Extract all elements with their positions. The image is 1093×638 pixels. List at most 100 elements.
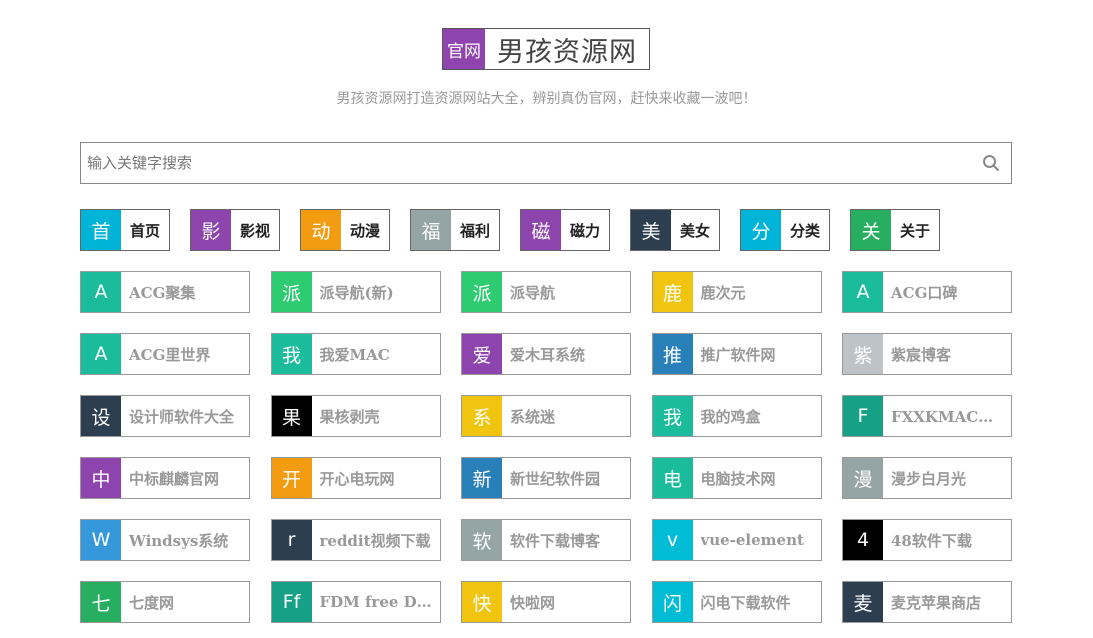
category-5[interactable]: 美美女 xyxy=(630,209,720,251)
site-link[interactable]: A ACG口碑 xyxy=(842,271,1012,313)
category-3[interactable]: 福福利 xyxy=(410,209,500,251)
site-label-text: 紫宸博客 xyxy=(891,345,952,364)
site-link[interactable]: 推推广软件网 xyxy=(651,333,822,375)
category-label: 影视 xyxy=(239,221,270,240)
site-link[interactable]: Ff FDM free Download xyxy=(270,581,441,623)
site-icon: v xyxy=(652,520,693,560)
site-link[interactable]: 新新世纪软件园 xyxy=(461,457,631,499)
category-icon: 美 xyxy=(631,210,671,250)
site-icon: 4 xyxy=(843,520,883,560)
site-label: 新世纪软件园 xyxy=(502,458,630,498)
site-label: 派导航 xyxy=(502,272,630,312)
search-icon[interactable] xyxy=(971,143,1011,183)
category-icon: 关 xyxy=(851,210,891,250)
site-link[interactable]: 七七度网 xyxy=(80,581,250,623)
category-nav: 首首页影影视动动漫福福利磁磁力美美女分分类关关于 xyxy=(80,209,960,251)
site-link[interactable]: 设设计师软件大全 xyxy=(80,395,250,437)
category-label: 动漫 xyxy=(349,221,380,240)
site-label: 漫步白月光 xyxy=(883,458,1011,498)
site-label: FDM free Download xyxy=(312,582,440,622)
site-label-text: 快啦网 xyxy=(510,593,556,612)
site-link[interactable]: 鹿鹿次元 xyxy=(651,271,822,313)
site-link[interactable]: 果果核剥壳 xyxy=(270,395,441,437)
site-grid: A ACG聚集派派导航(新) 派派导航鹿鹿次元 A ACG口碑 A ACG里世界我我爱MAC… xyxy=(80,271,1012,623)
site-label-text: 果核剥壳 xyxy=(319,407,380,426)
category-7[interactable]: 关关于 xyxy=(850,209,940,251)
site-icon: 电 xyxy=(652,458,693,498)
site-label: 推广软件网 xyxy=(693,334,821,374)
site-label: ACG口碑 xyxy=(883,272,1011,312)
site-icon: 派 xyxy=(462,272,502,312)
site-label: FXXKMAC软件 xyxy=(883,396,1011,436)
site-label: 我爱MAC xyxy=(312,334,440,374)
site-label-text: Windsys系统 xyxy=(129,531,229,550)
category-icon: 福 xyxy=(411,210,451,250)
site-link[interactable]: r reddit视频下载 xyxy=(270,519,441,561)
site-label-text: 推广软件网 xyxy=(700,345,776,364)
site-link[interactable]: 开开心电玩网 xyxy=(270,457,441,499)
site-label: 中标麒麟官网 xyxy=(121,458,249,498)
site-label: ACG里世界 xyxy=(121,334,249,374)
site-link[interactable]: 紫紫宸博客 xyxy=(842,333,1012,375)
site-link[interactable]: 系系统迷 xyxy=(461,395,631,437)
site-logo[interactable]: 官网 男孩资源网 xyxy=(442,28,650,70)
category-2[interactable]: 动动漫 xyxy=(300,209,390,251)
site-label: 快啦网 xyxy=(502,582,630,622)
site-link[interactable]: A ACG聚集 xyxy=(80,271,250,313)
site-link[interactable]: 软软件下载博客 xyxy=(461,519,631,561)
site-label: 果核剥壳 xyxy=(312,396,440,436)
site-link[interactable]: 漫漫步白月光 xyxy=(842,457,1012,499)
site-label: 爱木耳系统 xyxy=(502,334,630,374)
site-icon: 七 xyxy=(81,582,121,622)
site-link[interactable]: 爱爱木耳系统 xyxy=(461,333,631,375)
site-link[interactable]: F FXXKMAC软件 xyxy=(842,395,1012,437)
site-link[interactable]: 麦麦克苹果商店 xyxy=(842,581,1012,623)
site-icon: 爱 xyxy=(462,334,502,374)
site-label-text: 开心电玩网 xyxy=(319,469,395,488)
site-icon: Ff xyxy=(271,582,312,622)
site-icon: 我 xyxy=(652,396,693,436)
category-icon: 动 xyxy=(301,210,341,250)
site-label-text: 设计师软件大全 xyxy=(129,407,235,426)
site-link[interactable]: 4 48软件下载 xyxy=(842,519,1012,561)
site-link[interactable]: v vue-element xyxy=(651,519,822,561)
category-0[interactable]: 首首页 xyxy=(80,209,170,251)
site-label-text: 中标麒麟官网 xyxy=(129,469,220,488)
search-input[interactable] xyxy=(81,143,971,183)
site-label: 七度网 xyxy=(121,582,249,622)
category-label: 磁力 xyxy=(569,221,600,240)
site-label-text: 系统迷 xyxy=(510,407,556,426)
site-label: ACG聚集 xyxy=(121,272,249,312)
site-icon: 推 xyxy=(652,334,693,374)
category-icon: 首 xyxy=(81,210,121,250)
site-link[interactable]: 派派导航(新) xyxy=(270,271,441,313)
category-4[interactable]: 磁磁力 xyxy=(520,209,610,251)
site-label-text: 48软件下载 xyxy=(891,531,972,550)
site-icon: 我 xyxy=(271,334,312,374)
site-label: 电脑技术网 xyxy=(693,458,821,498)
site-icon: 新 xyxy=(462,458,502,498)
site-link[interactable]: 快快啦网 xyxy=(461,581,631,623)
site-label-text: 我爱MAC xyxy=(319,345,390,364)
site-link[interactable]: 我我爱MAC xyxy=(270,333,441,375)
site-icon: 漫 xyxy=(843,458,883,498)
site-link[interactable]: 派派导航 xyxy=(461,271,631,313)
site-label: reddit视频下载 xyxy=(312,520,440,560)
site-link[interactable]: 中中标麒麟官网 xyxy=(80,457,250,499)
category-label: 分类 xyxy=(789,221,820,240)
category-label: 关于 xyxy=(899,221,930,240)
site-label-text: 软件下载博客 xyxy=(510,531,601,550)
category-1[interactable]: 影影视 xyxy=(190,209,280,251)
logo-badge: 官网 xyxy=(443,29,485,69)
site-icon: 系 xyxy=(462,396,502,436)
site-link[interactable]: W Windsys系统 xyxy=(80,519,250,561)
category-label: 福利 xyxy=(459,221,490,240)
site-icon: 闪 xyxy=(652,582,693,622)
site-link[interactable]: 电电脑技术网 xyxy=(651,457,822,499)
site-link[interactable]: 闪闪电下载软件 xyxy=(651,581,822,623)
site-label: 鹿次元 xyxy=(693,272,821,312)
site-link[interactable]: A ACG里世界 xyxy=(80,333,250,375)
category-6[interactable]: 分分类 xyxy=(740,209,830,251)
site-icon: A xyxy=(843,272,883,312)
site-link[interactable]: 我我的鸡盒 xyxy=(651,395,822,437)
